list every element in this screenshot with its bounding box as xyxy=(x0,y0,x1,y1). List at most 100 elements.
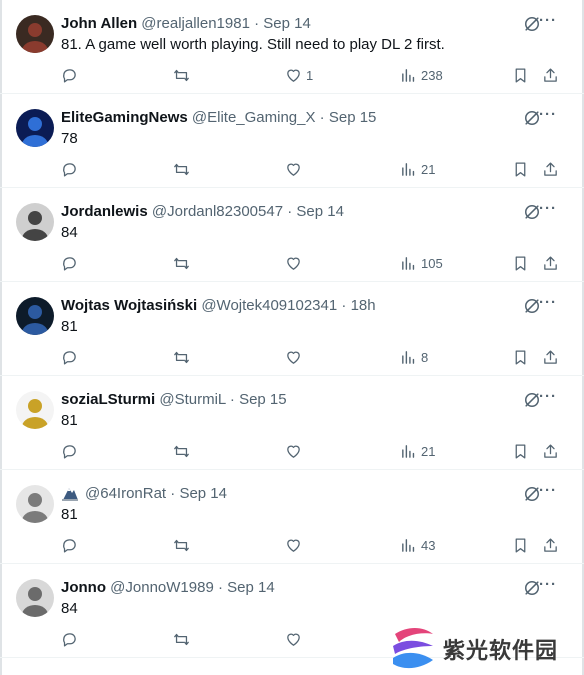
views-button[interactable]: 21 xyxy=(400,158,435,180)
reply-icon xyxy=(61,537,78,554)
views-count: 8 xyxy=(421,349,429,365)
tweet[interactable]: @64IronRat · Sep 14 ··· 81 43 xyxy=(0,470,584,564)
tweet-header: soziaLSturmi @SturmiL · Sep 15 xyxy=(61,390,287,410)
bookmark-icon xyxy=(512,537,529,554)
like-button[interactable] xyxy=(285,628,306,650)
tweet[interactable]: EliteGamingNews @Elite_Gaming_X · Sep 15… xyxy=(0,94,584,188)
reply-button[interactable] xyxy=(61,534,78,556)
share-icon xyxy=(542,255,559,272)
views-button[interactable]: 43 xyxy=(400,534,435,556)
author-name[interactable]: John Allen xyxy=(61,15,137,32)
tweet-time[interactable]: Sep 14 xyxy=(296,203,344,220)
tweet-header: Jordanlewis @Jordanl82300547 · Sep 14 xyxy=(61,202,344,222)
author-handle[interactable]: @64IronRat xyxy=(85,485,166,502)
views-button[interactable]: 21 xyxy=(400,440,435,462)
author-name[interactable]: Wojtas Wojtasiński xyxy=(61,297,197,314)
author-name[interactable]: EliteGamingNews xyxy=(61,109,188,126)
tweet[interactable]: Jordanlewis @Jordanl82300547 · Sep 14 ···… xyxy=(0,188,584,282)
bookmark-button[interactable] xyxy=(512,158,529,180)
tweet-time[interactable]: Sep 14 xyxy=(227,579,275,596)
author-handle[interactable]: @Jordanl82300547 xyxy=(152,203,283,220)
avatar[interactable] xyxy=(16,109,54,147)
views-count: 21 xyxy=(421,443,436,459)
views-button[interactable]: 105 xyxy=(400,252,443,274)
tweet-header: John Allen @realjallen1981 · Sep 14 xyxy=(61,14,311,34)
avatar[interactable] xyxy=(16,15,54,53)
reply-button[interactable] xyxy=(61,64,78,86)
more-icon[interactable]: ··· xyxy=(539,13,557,30)
watermark-text: 紫光软件园 xyxy=(443,639,559,664)
reply-button[interactable] xyxy=(61,346,78,368)
tweet-text: 81 xyxy=(61,318,78,335)
bookmark-icon xyxy=(512,255,529,272)
author-handle[interactable]: @JonnoW1989 xyxy=(110,579,214,596)
reply-icon xyxy=(61,349,78,366)
retweet-button[interactable] xyxy=(173,440,190,462)
avatar[interactable] xyxy=(16,203,54,241)
more-icon[interactable]: ··· xyxy=(539,201,557,218)
avatar[interactable] xyxy=(16,297,54,335)
reply-button[interactable] xyxy=(61,252,78,274)
retweet-button[interactable] xyxy=(173,158,190,180)
bookmark-button[interactable] xyxy=(512,346,529,368)
bookmark-button[interactable] xyxy=(512,64,529,86)
share-button[interactable] xyxy=(542,534,559,556)
like-icon xyxy=(285,161,302,178)
more-icon[interactable]: ··· xyxy=(539,389,557,406)
separator-dot: · xyxy=(337,297,351,314)
more-icon[interactable]: ··· xyxy=(539,577,557,594)
more-icon[interactable]: ··· xyxy=(539,483,557,500)
share-icon xyxy=(542,161,559,178)
retweet-button[interactable] xyxy=(173,252,190,274)
like-button[interactable] xyxy=(285,158,306,180)
author-handle[interactable]: @SturmiL xyxy=(159,391,225,408)
retweet-button[interactable] xyxy=(173,534,190,556)
avatar[interactable] xyxy=(16,485,54,523)
like-button[interactable] xyxy=(285,534,306,556)
retweet-button[interactable] xyxy=(173,628,190,650)
tweet[interactable]: Wojtas Wojtasiński @Wojtek409102341 · 18… xyxy=(0,282,584,376)
share-button[interactable] xyxy=(542,158,559,180)
reply-button[interactable] xyxy=(61,440,78,462)
tweet[interactable]: John Allen @realjallen1981 · Sep 14 ··· 81… xyxy=(0,0,584,94)
bookmark-button[interactable] xyxy=(512,440,529,462)
author-name[interactable]: soziaLSturmi xyxy=(61,391,155,408)
more-icon[interactable]: ··· xyxy=(539,107,557,124)
like-button[interactable] xyxy=(285,346,306,368)
tweet-time[interactable]: Sep 15 xyxy=(329,109,377,126)
more-icon[interactable]: ··· xyxy=(539,295,557,312)
author-name[interactable]: Jonno xyxy=(61,579,106,596)
share-button[interactable] xyxy=(542,64,559,86)
author-name[interactable]: Jordanlewis xyxy=(61,203,148,220)
reply-button[interactable] xyxy=(61,628,78,650)
tweet-actions: 21 xyxy=(61,158,564,180)
reply-button[interactable] xyxy=(61,158,78,180)
tweet-time[interactable]: Sep 15 xyxy=(239,391,287,408)
retweet-button[interactable] xyxy=(173,64,190,86)
avatar[interactable] xyxy=(16,391,54,429)
bookmark-button[interactable] xyxy=(512,252,529,274)
like-icon xyxy=(285,349,302,366)
tweet-time[interactable]: Sep 14 xyxy=(179,485,227,502)
like-button[interactable] xyxy=(285,440,306,462)
author-handle[interactable]: @realjallen1981 xyxy=(141,15,250,32)
author-handle[interactable]: @Elite_Gaming_X xyxy=(192,109,316,126)
retweet-icon xyxy=(173,537,190,554)
author-handle[interactable]: @Wojtek409102341 xyxy=(201,297,337,314)
retweet-button[interactable] xyxy=(173,346,190,368)
author-emoji-icon xyxy=(61,485,79,501)
tweet-time[interactable]: 18h xyxy=(351,297,376,314)
like-button[interactable] xyxy=(285,252,306,274)
reply-icon xyxy=(61,443,78,460)
views-button[interactable]: 8 xyxy=(400,346,428,368)
avatar[interactable] xyxy=(16,579,54,617)
views-button[interactable]: 238 xyxy=(400,64,443,86)
share-button[interactable] xyxy=(542,252,559,274)
like-button[interactable]: 1 xyxy=(285,64,313,86)
share-button[interactable] xyxy=(542,440,559,462)
bookmark-button[interactable] xyxy=(512,534,529,556)
separator-dot: · xyxy=(249,15,264,32)
tweet[interactable]: soziaLSturmi @SturmiL · Sep 15 ··· 81 21 xyxy=(0,376,584,470)
share-button[interactable] xyxy=(542,346,559,368)
tweet-time[interactable]: Sep 14 xyxy=(263,15,311,32)
